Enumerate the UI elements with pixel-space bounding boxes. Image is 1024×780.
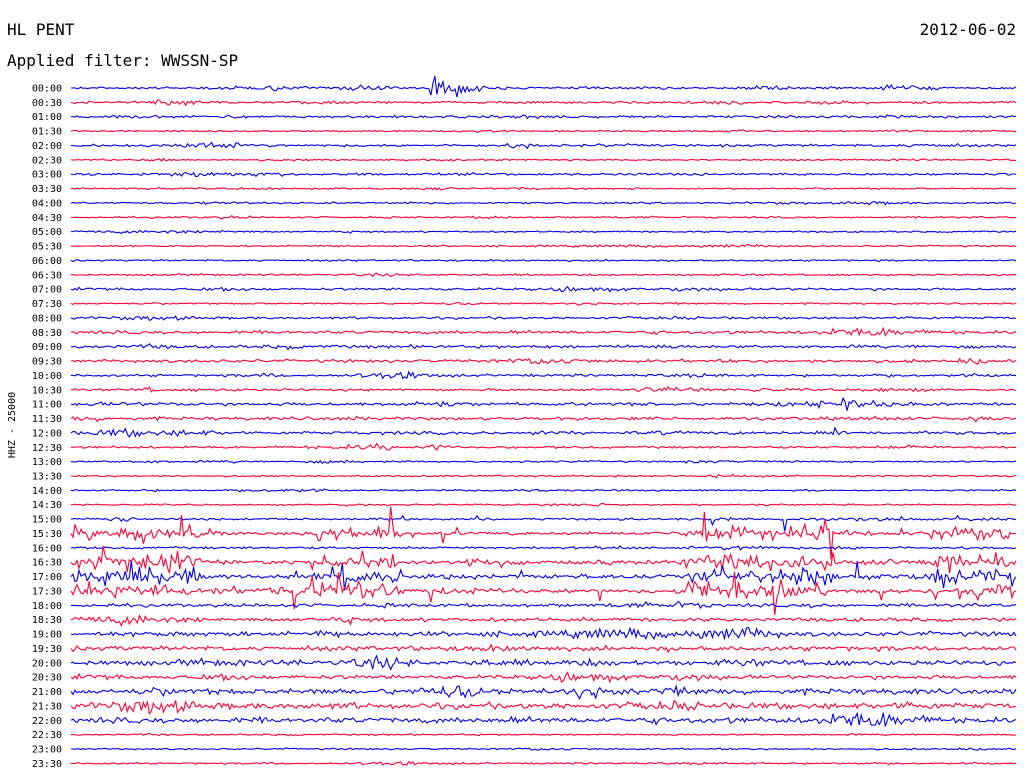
time-label: 18:30 (32, 615, 62, 626)
trace-line (70, 560, 1017, 591)
trace-line (70, 200, 1017, 206)
trace-line (70, 488, 1017, 493)
time-label: 22:30 (32, 730, 62, 741)
time-label: 06:30 (32, 270, 62, 281)
time-label: 11:00 (32, 400, 62, 411)
time-label: 19:00 (32, 630, 62, 641)
time-label: 14:00 (32, 486, 62, 497)
trace-line (70, 546, 1017, 574)
time-label: 17:00 (32, 572, 62, 583)
trace-line (70, 459, 1017, 464)
time-label: 23:00 (32, 745, 62, 756)
trace-line (70, 157, 1016, 162)
time-label: 08:30 (32, 328, 62, 339)
trace-line (71, 502, 1017, 507)
trace-line (70, 711, 1017, 728)
time-label: 05:30 (32, 242, 62, 253)
time-label: 01:00 (32, 112, 62, 123)
trace-line (71, 473, 1017, 479)
trace-line (70, 229, 1017, 235)
time-label: 12:00 (32, 428, 62, 439)
trace-line (70, 545, 1017, 551)
time-labels: 00:00 00:30 01:00 01:30 02:00 02:30 03:00 03:30… (32, 84, 62, 770)
trace-line (70, 684, 1017, 700)
time-label: 06:00 (32, 256, 62, 267)
trace-line (70, 396, 1017, 411)
time-label: 07:30 (32, 299, 62, 310)
time-label: 09:30 (32, 357, 62, 368)
time-label: 01:30 (32, 127, 62, 138)
trace-line (71, 385, 1017, 393)
trace-line (70, 243, 1017, 248)
time-label: 04:30 (32, 213, 62, 224)
traces (70, 75, 1017, 766)
time-label: 00:00 (32, 84, 62, 95)
trace-line (70, 614, 1017, 627)
time-label: 13:30 (32, 471, 62, 482)
time-label: 15:30 (32, 529, 62, 540)
time-label: 16:30 (32, 558, 62, 569)
trace-line (70, 600, 1017, 610)
time-label: 20:00 (32, 658, 62, 669)
time-label: 18:00 (32, 601, 62, 612)
time-label: 00:30 (32, 98, 62, 109)
trace-line (71, 114, 1017, 120)
trace-line (70, 214, 1017, 220)
trace-line (70, 643, 1017, 654)
time-label: 21:30 (32, 701, 62, 712)
trace-line (70, 699, 1017, 715)
trace-line (70, 357, 1017, 365)
time-label: 03:30 (32, 184, 62, 195)
time-label: 04:00 (32, 198, 62, 209)
time-label: 16:00 (32, 543, 62, 554)
trace-line (70, 426, 1017, 439)
time-label: 11:30 (32, 414, 62, 425)
time-label: 02:00 (32, 141, 62, 152)
time-label: 02:30 (32, 155, 62, 166)
trace-line (70, 186, 1017, 191)
time-label: 08:00 (32, 313, 62, 324)
trace-line (70, 370, 1017, 380)
trace-line (70, 326, 1017, 337)
trace-line (70, 285, 1017, 293)
trace-line (70, 75, 1017, 98)
trace-line (70, 415, 1017, 423)
time-label: 09:00 (32, 342, 62, 353)
trace-line (70, 760, 1017, 766)
trace-line (70, 171, 1017, 178)
time-label: 10:00 (32, 371, 62, 382)
trace-line (70, 99, 1017, 107)
time-label: 17:30 (32, 586, 62, 597)
trace-line (70, 654, 1017, 671)
time-label: 21:00 (32, 687, 62, 698)
trace-line (70, 747, 1017, 751)
time-label: 19:30 (32, 644, 62, 655)
trace-line (70, 506, 1017, 560)
time-label: 14:30 (32, 500, 62, 511)
time-label: 15:00 (32, 515, 62, 526)
trace-line (70, 301, 1017, 306)
seismogram-plot: 00:00 00:30 01:00 01:30 02:00 02:30 03:00 03:30… (7, 75, 1017, 770)
trace-line (70, 442, 1017, 451)
trace-line (70, 272, 1017, 278)
trace-line (71, 141, 1017, 150)
trace-line (70, 732, 1017, 737)
time-label: 07:00 (32, 285, 62, 296)
trace-line (70, 626, 1017, 641)
trace-line (70, 671, 1017, 684)
time-label: 12:30 (32, 443, 62, 454)
trace-line (70, 128, 1017, 133)
trace-line (70, 315, 1017, 322)
time-label: 05:00 (32, 227, 62, 238)
time-label: 03:00 (32, 170, 62, 181)
time-label: 13:00 (32, 457, 62, 468)
time-label: 20:30 (32, 673, 62, 684)
trace-line (70, 258, 1017, 263)
time-label: 10:30 (32, 385, 62, 396)
trace-line (70, 343, 1017, 351)
time-label: 22:00 (32, 716, 62, 727)
trace-line (70, 514, 1017, 532)
y-axis-label: HHZ - 25000 (7, 392, 18, 458)
time-label: 23:30 (32, 759, 62, 770)
